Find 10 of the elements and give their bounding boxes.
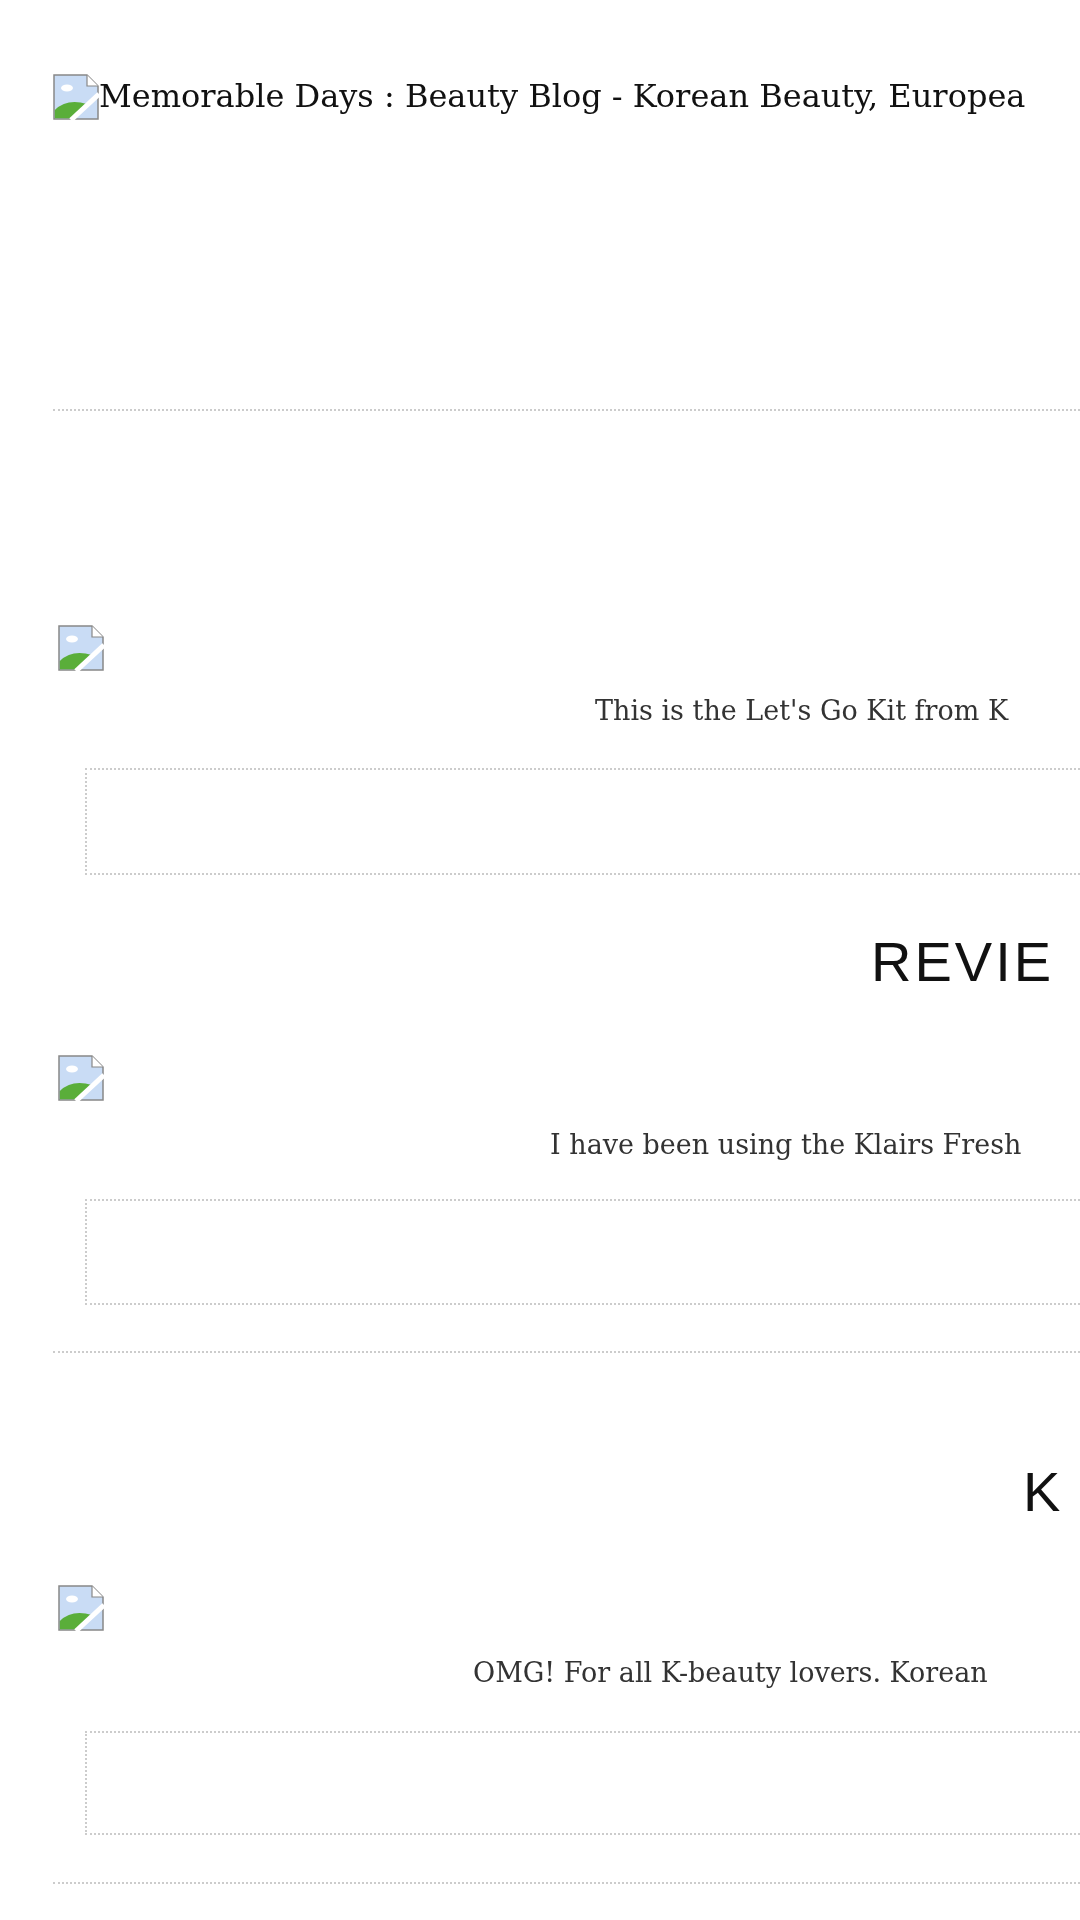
broken-image-icon — [58, 625, 104, 671]
post-title[interactable]: K — [1023, 1464, 1064, 1520]
broken-image-icon — [58, 1055, 104, 1101]
post-excerpt: I have been using the Klairs Fresh — [550, 1128, 1022, 1162]
blog-title[interactable]: Memorable Days : Beauty Blog - Korean Beauty, Europea — [99, 73, 1026, 120]
broken-image-icon — [58, 1585, 104, 1631]
post-title[interactable]: REVIE — [871, 934, 1055, 990]
post-excerpt: OMG! For all K-beauty lovers. Korean — [473, 1656, 988, 1690]
post-excerpt: This is the Let's Go Kit from K — [595, 694, 1009, 728]
broken-image-icon — [53, 73, 99, 120]
